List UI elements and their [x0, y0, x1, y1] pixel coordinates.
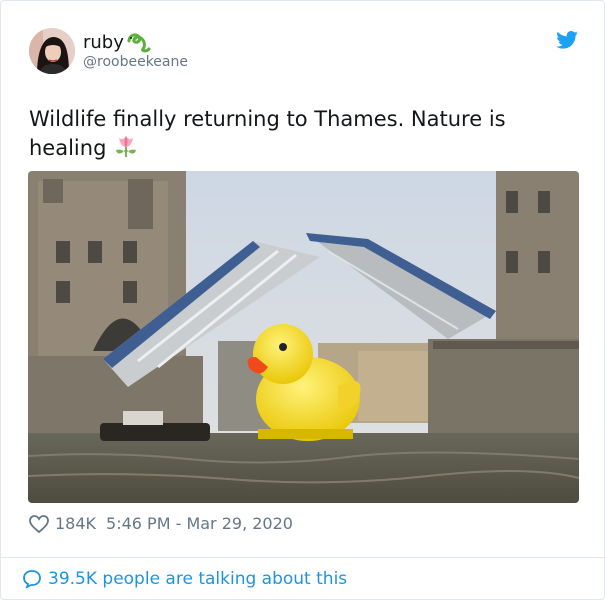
user-handle[interactable]: @roobeekeane — [83, 54, 188, 70]
tweet-body: Wildlife finally returning to Thames. Na… — [29, 107, 506, 160]
lizard-emoji-icon — [127, 33, 151, 53]
rubber-duck-tower-bridge-photo — [28, 171, 579, 503]
divider — [1, 557, 604, 558]
tweet-timestamp[interactable]: 5:46 PM - Mar 29, 2020 — [106, 514, 293, 533]
like-count[interactable]: 184K — [55, 514, 96, 533]
tweet-text: Wildlife finally returning to Thames. Na… — [29, 105, 569, 163]
display-name-text: ruby — [83, 31, 124, 53]
display-name[interactable]: ruby — [83, 31, 152, 53]
conversation-text: 39.5K people are talking about this — [48, 569, 348, 589]
tweet-photo[interactable] — [28, 171, 579, 503]
avatar-photo — [29, 28, 75, 74]
heart-icon[interactable] — [29, 514, 49, 533]
avatar[interactable] — [29, 28, 75, 74]
tulip-emoji-icon — [116, 136, 137, 157]
conversation-link[interactable]: 39.5K people are talking about this — [22, 569, 347, 589]
tweet-card: ruby @roobeekeane Wildlife finally retur… — [0, 0, 605, 600]
twitter-bird-icon[interactable] — [556, 31, 578, 49]
tweet-meta: 184K 5:46 PM - Mar 29, 2020 — [29, 514, 293, 533]
speech-bubble-icon — [23, 570, 41, 589]
